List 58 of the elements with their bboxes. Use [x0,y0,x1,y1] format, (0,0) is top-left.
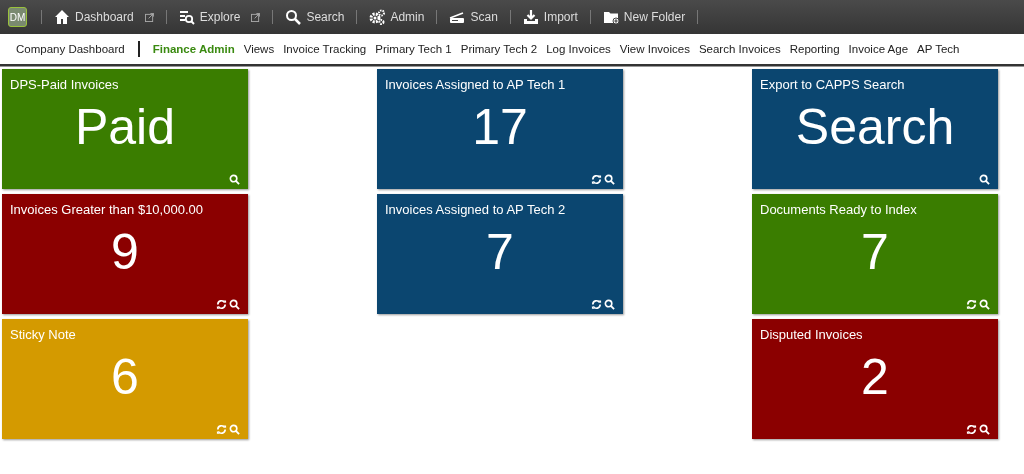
toolbar-button[interactable]: Dashboard [50,9,158,25]
app-logo[interactable]: DM [8,7,27,27]
toolbar-button[interactable]: Admin [365,9,429,25]
folder-plus-icon [602,9,619,25]
dashboard-tile[interactable]: Disputed Invoices 2 [752,319,998,439]
toolbar-button[interactable]: New Folder [598,9,690,25]
tile-title: Export to CAPPS Search [760,77,906,92]
tile-value: 6 [110,348,140,407]
search-icon [604,299,615,310]
nav-tab[interactable]: Invoice Age [848,43,909,55]
tile-title: Disputed Invoices [760,327,864,342]
nav-tab[interactable]: Primary Tech 2 [460,43,538,55]
nav-tab[interactable]: Search Invoices [698,43,781,55]
toolbar-button[interactable]: Search [281,9,349,25]
tile-value: Search [794,98,956,157]
dashboard-tile[interactable]: Invoices Assigned to AP Tech 2 7 [377,194,623,314]
search-icon [979,299,990,310]
toolbar-button[interactable]: Explore [174,9,265,25]
nav-tab[interactable]: Primary Tech 1 [375,43,452,55]
nav-tab[interactable]: Reporting [789,43,840,55]
tile-title: DPS-Paid Invoices [10,77,120,92]
search-icon [604,174,615,185]
nav-tab[interactable]: Company Dashboard [16,43,125,55]
home-icon [54,9,70,25]
toolbar-button[interactable]: Scan [445,9,502,25]
tile-value: 17 [471,98,529,157]
document-search-icon [178,9,195,25]
search-icon [229,424,240,435]
download-icon [522,9,539,25]
search-icon [229,174,240,185]
tile-title: Invoices Assigned to AP Tech 1 [385,77,567,92]
search-icon [979,174,990,185]
nav-tab[interactable]: Invoice Tracking [283,43,367,55]
tile-title: Invoices Greater than $10,000.00 [10,202,204,217]
tile-value: 7 [485,223,515,282]
dashboard-tile[interactable]: DPS-Paid Invoices Paid [2,69,248,189]
tile-value: Paid [73,98,177,157]
toolbar-button[interactable]: Import [518,9,582,25]
dashboard-tile[interactable]: Export to CAPPS Search Search [752,69,998,189]
tile-value: 9 [110,223,140,282]
dashboard-tile[interactable]: Invoices Greater than $10,000.00 9 [2,194,248,314]
nav-tab[interactable]: View Invoices [619,43,690,55]
dashboard-tile[interactable]: Invoices Assigned to AP Tech 1 17 [377,69,623,189]
search-icon [229,299,240,310]
tile-title: Documents Ready to Index [760,202,918,217]
search-icon [979,424,990,435]
scanner-icon [449,9,466,25]
gears-icon [369,9,386,25]
tile-title: Invoices Assigned to AP Tech 2 [385,202,567,217]
nav-tab[interactable]: AP Tech [917,43,960,55]
nav-tab[interactable]: Log Invoices [546,43,611,55]
tile-value: 7 [860,223,890,282]
nav-tab[interactable]: Finance Admin [152,43,235,55]
nav-tab[interactable]: Views [243,43,275,55]
tile-value: 2 [860,348,890,407]
dashboard-tile[interactable]: Documents Ready to Index 7 [752,194,998,314]
search-icon [285,9,302,25]
tile-title: Sticky Note [10,327,77,342]
